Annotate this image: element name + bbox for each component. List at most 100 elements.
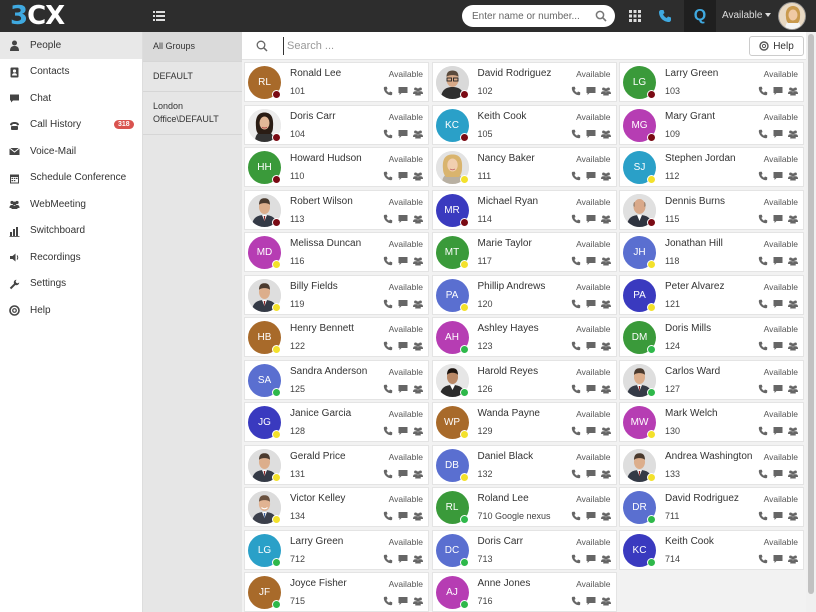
chat-icon[interactable] (773, 299, 783, 309)
call-icon[interactable] (758, 384, 768, 394)
chat-icon[interactable] (773, 171, 783, 181)
contact-card[interactable]: MW Mark Welch 130 Available (619, 402, 804, 442)
call-icon[interactable] (571, 341, 581, 351)
sidebar-item-settings[interactable]: Settings (0, 271, 142, 298)
contact-card[interactable]: Carlos Ward 127 Available (619, 359, 804, 400)
chat-icon[interactable] (586, 86, 596, 96)
sidebar-item-schedule-conference[interactable]: Schedule Conference (0, 165, 142, 192)
call-icon[interactable] (758, 426, 768, 436)
user-avatar[interactable] (778, 2, 806, 30)
queue-button[interactable]: Q (684, 0, 716, 32)
chat-icon[interactable] (773, 554, 783, 564)
chat-icon[interactable] (398, 129, 408, 139)
contact-card[interactable]: JH Jonathan Hill 118 Available (619, 232, 804, 272)
group-london-office-default[interactable]: London Office\DEFAULT (143, 92, 242, 135)
chat-icon[interactable] (398, 171, 408, 181)
chat-icon[interactable] (773, 256, 783, 266)
conference-icon[interactable] (600, 511, 611, 521)
call-icon[interactable] (758, 129, 768, 139)
group-all-groups[interactable]: All Groups (143, 32, 242, 62)
conference-icon[interactable] (788, 171, 798, 181)
call-icon[interactable] (571, 469, 581, 479)
conference-icon[interactable] (413, 129, 423, 139)
sidebar-item-contacts[interactable]: Contacts (0, 59, 142, 86)
call-icon[interactable] (758, 299, 768, 309)
conference-icon[interactable] (413, 596, 423, 606)
contact-card[interactable]: DR David Rodriguez 711 Available (619, 487, 804, 527)
chat-icon[interactable] (586, 341, 596, 351)
contact-card[interactable]: Dennis Burns 115 Available (619, 189, 804, 230)
chat-icon[interactable] (773, 129, 783, 139)
contact-card[interactable]: KC Keith Cook 714 Available (619, 529, 804, 570)
contact-card[interactable]: PA Phillip Andrews 120 Available (431, 274, 617, 315)
chat-icon[interactable] (586, 256, 596, 266)
conference-icon[interactable] (600, 596, 611, 606)
contact-card[interactable]: MT Marie Taylor 117 Available (431, 232, 617, 272)
chat-icon[interactable] (398, 299, 408, 309)
conference-icon[interactable] (788, 86, 798, 96)
conference-icon[interactable] (788, 511, 798, 521)
contact-card[interactable]: Robert Wilson 113 Available (244, 189, 429, 230)
chat-icon[interactable] (586, 384, 596, 394)
contact-card[interactable]: RL Roland Lee 710 Google nexus Available (431, 487, 617, 527)
contact-card[interactable]: HH Howard Hudson 110 Available (244, 147, 429, 187)
chat-icon[interactable] (773, 86, 783, 96)
conference-icon[interactable] (788, 129, 798, 139)
sidebar-item-webmeeting[interactable]: WebMeeting (0, 191, 142, 218)
chat-icon[interactable] (398, 384, 408, 394)
contact-card[interactable]: Victor Kelley 134 Available (244, 487, 429, 527)
chat-icon[interactable] (773, 384, 783, 394)
conference-icon[interactable] (413, 469, 423, 479)
chat-icon[interactable] (586, 129, 596, 139)
chat-icon[interactable] (586, 299, 596, 309)
conference-icon[interactable] (788, 469, 798, 479)
call-icon[interactable] (571, 426, 581, 436)
contact-card[interactable]: KC Keith Cook 105 Available (431, 104, 617, 145)
call-icon[interactable] (383, 214, 393, 224)
sidebar-item-recordings[interactable]: Recordings (0, 244, 142, 271)
call-icon[interactable] (758, 256, 768, 266)
chat-icon[interactable] (398, 511, 408, 521)
conference-icon[interactable] (600, 171, 611, 181)
contact-card[interactable]: Billy Fields 119 Available (244, 274, 429, 315)
contact-card[interactable]: JG Janice Garcia 128 Available (244, 402, 429, 442)
chat-icon[interactable] (398, 256, 408, 266)
call-icon[interactable] (383, 426, 393, 436)
chat-icon[interactable] (586, 511, 596, 521)
conference-icon[interactable] (600, 299, 611, 309)
conference-icon[interactable] (413, 426, 423, 436)
contact-card[interactable]: AH Ashley Hayes 123 Available (431, 317, 617, 357)
call-icon[interactable] (383, 554, 393, 564)
sidebar-item-chat[interactable]: Chat (0, 85, 142, 112)
conference-icon[interactable] (600, 129, 611, 139)
contact-card[interactable]: WP Wanda Payne 129 Available (431, 402, 617, 442)
conference-icon[interactable] (413, 86, 423, 96)
dialpad-icon[interactable] (629, 10, 641, 22)
chat-icon[interactable] (586, 596, 596, 606)
help-button[interactable]: Help (749, 36, 804, 56)
contact-card[interactable]: Doris Carr 104 Available (244, 104, 429, 145)
call-icon[interactable] (383, 86, 393, 96)
call-icon[interactable] (383, 171, 393, 181)
conference-icon[interactable] (788, 299, 798, 309)
contact-card[interactable]: Nancy Baker 111 Available (431, 147, 617, 187)
sidebar-item-switchboard[interactable]: Switchboard (0, 218, 142, 245)
contact-card[interactable]: LG Larry Green 103 Available (619, 62, 804, 102)
call-icon[interactable] (383, 596, 393, 606)
call-icon[interactable] (383, 511, 393, 521)
group-default[interactable]: DEFAULT (143, 62, 242, 92)
conference-icon[interactable] (413, 341, 423, 351)
app-logo[interactable]: 3 CX (10, 1, 65, 31)
contact-card[interactable]: HB Henry Bennett 122 Available (244, 317, 429, 357)
conference-icon[interactable] (413, 384, 423, 394)
conference-icon[interactable] (788, 554, 798, 564)
contact-card[interactable]: JF Joyce Fisher 715 Available (244, 572, 429, 612)
call-icon[interactable] (383, 299, 393, 309)
contact-card[interactable]: PA Peter Alvarez 121 Available (619, 274, 804, 315)
call-icon[interactable] (571, 596, 581, 606)
conference-icon[interactable] (788, 214, 798, 224)
contact-card[interactable]: MR Michael Ryan 114 Available (431, 189, 617, 230)
conference-icon[interactable] (600, 469, 611, 479)
contact-card[interactable]: Andrea Washington 133 Available (619, 444, 804, 485)
chat-icon[interactable] (773, 341, 783, 351)
